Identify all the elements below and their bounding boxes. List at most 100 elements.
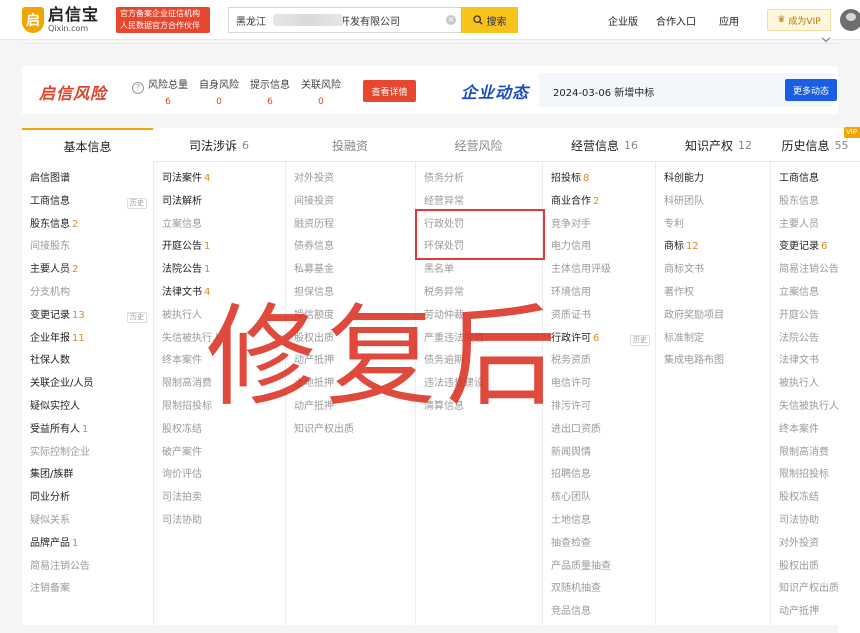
category-item[interactable]: 主要人员 2: [30, 262, 78, 284]
category-item[interactable]: 限制招投标: [162, 399, 212, 421]
category-item[interactable]: 被执行人: [779, 376, 819, 398]
risk-stat-notice[interactable]: 提示信息 6: [244, 76, 296, 107]
category-item[interactable]: 科创能力: [664, 171, 704, 193]
risk-stat-related[interactable]: 关联风险 0: [295, 76, 347, 107]
category-item[interactable]: 终本案件: [162, 353, 202, 375]
category-item[interactable]: 法律文书: [779, 353, 819, 375]
category-item[interactable]: 核心团队: [551, 490, 591, 512]
category-item[interactable]: 私募基金: [294, 262, 334, 284]
tab-1[interactable]: 司法涉诉 6: [153, 128, 285, 162]
category-item[interactable]: 对外投资: [779, 536, 819, 558]
category-item[interactable]: 注销备案: [30, 581, 70, 603]
category-item[interactable]: 询价评估: [162, 467, 202, 489]
category-item[interactable]: 终本案件: [779, 422, 819, 444]
category-item[interactable]: 股权冻结: [779, 490, 819, 512]
category-item[interactable]: 动产抵押: [779, 604, 819, 626]
category-item[interactable]: 商标文书: [664, 262, 704, 284]
nav-cooperation[interactable]: 合作入口: [656, 13, 696, 28]
nav-enterprise-edition[interactable]: 企业版: [608, 13, 638, 28]
category-item[interactable]: 开庭公告 1: [162, 239, 210, 261]
category-item[interactable]: 土地信息: [551, 513, 591, 535]
category-item[interactable]: 破产案件: [162, 445, 202, 467]
category-item[interactable]: 双随机抽查: [551, 581, 601, 603]
category-item[interactable]: 简易注销公告: [779, 262, 839, 284]
category-item[interactable]: 司法案件 4: [162, 171, 210, 193]
category-item[interactable]: 品牌产品 1: [30, 536, 78, 558]
category-item[interactable]: 股权出质: [779, 559, 819, 581]
logo[interactable]: 启 启信宝 Qixin.com: [22, 6, 99, 33]
category-item[interactable]: 主要人员: [779, 217, 819, 239]
category-item[interactable]: 疑似实控人: [30, 399, 80, 421]
category-item[interactable]: 工商信息: [779, 171, 819, 193]
tab-0[interactable]: 基本信息: [22, 128, 153, 163]
history-tag[interactable]: 历史: [630, 334, 650, 346]
category-item[interactable]: 专利: [664, 217, 684, 239]
category-item[interactable]: 变更记录 13: [30, 308, 85, 330]
dynamics-text[interactable]: 2024-03-06 新增中标: [553, 84, 654, 99]
category-item[interactable]: 债务分析: [424, 171, 464, 193]
more-dynamics-button[interactable]: 更多动态: [785, 79, 837, 101]
category-item[interactable]: 股东信息: [779, 194, 819, 216]
category-item[interactable]: 司法协助: [162, 513, 202, 535]
tab-5[interactable]: 知识产权 12: [667, 128, 770, 162]
category-item[interactable]: 黑名单: [424, 262, 454, 284]
category-item[interactable]: 立案信息: [162, 217, 202, 239]
avatar[interactable]: [840, 9, 860, 31]
category-item[interactable]: 司法拍卖: [162, 490, 202, 512]
category-item[interactable]: 新闻舆情: [551, 445, 591, 467]
category-item[interactable]: 股东信息 2: [30, 217, 78, 239]
category-item[interactable]: 商标 12: [664, 239, 699, 261]
category-item[interactable]: 商业合作 2: [551, 194, 599, 216]
category-item[interactable]: 简易注销公告: [30, 559, 90, 581]
category-item[interactable]: 间接投资: [294, 194, 334, 216]
category-item[interactable]: 电力信用: [551, 239, 591, 261]
category-item[interactable]: 立案信息: [779, 285, 819, 307]
category-item[interactable]: 抽查检查: [551, 536, 591, 558]
category-item[interactable]: 主体信用评级: [551, 262, 611, 284]
clear-icon[interactable]: ×: [446, 15, 456, 25]
category-item[interactable]: 关联企业/人员: [30, 376, 93, 398]
category-item[interactable]: 实际控制企业: [30, 445, 90, 467]
category-item[interactable]: 限制招投标: [779, 467, 829, 489]
category-item[interactable]: 产品质量抽查: [551, 559, 611, 581]
category-item[interactable]: 开庭公告: [779, 308, 819, 330]
history-tag[interactable]: 历史: [127, 197, 147, 209]
category-item[interactable]: 法院公告: [779, 331, 819, 353]
category-item[interactable]: 失信被执行人: [779, 399, 839, 421]
category-item[interactable]: 启信图谱: [30, 171, 70, 193]
risk-stat-total[interactable]: 风险总量 6: [142, 76, 194, 107]
category-item[interactable]: 标准制定: [664, 331, 704, 353]
category-item[interactable]: 社保人数: [30, 353, 70, 375]
category-item[interactable]: 政府奖励项目: [664, 308, 724, 330]
category-item[interactable]: 司法解析: [162, 194, 202, 216]
category-item[interactable]: 著作权: [664, 285, 694, 307]
category-item[interactable]: 法院公告 1: [162, 262, 210, 284]
category-item[interactable]: 集团/族群: [30, 467, 73, 489]
category-item[interactable]: 受益所有人 1: [30, 422, 88, 444]
category-item[interactable]: 融资历程: [294, 217, 334, 239]
category-item[interactable]: 限制高消费: [162, 376, 212, 398]
view-details-button[interactable]: 查看详情: [363, 80, 416, 102]
category-item[interactable]: 知识产权出质: [779, 581, 839, 603]
category-item[interactable]: 企业年报 11: [30, 331, 85, 353]
category-item[interactable]: 对外投资: [294, 171, 334, 193]
category-item[interactable]: 招聘信息: [551, 467, 591, 489]
category-item[interactable]: 集成电路布图: [664, 353, 724, 375]
category-item[interactable]: 分支机构: [30, 285, 70, 307]
tab-4[interactable]: 经营信息 16: [542, 128, 667, 162]
category-item[interactable]: 同业分析: [30, 490, 70, 512]
category-item[interactable]: 间接股东: [30, 239, 70, 261]
category-item[interactable]: 变更记录 6: [779, 239, 827, 261]
category-item[interactable]: 竞争对手: [551, 217, 591, 239]
category-item[interactable]: 限制高消费: [779, 445, 829, 467]
become-vip-button[interactable]: ♛ 成为VIP: [767, 9, 831, 31]
search-button[interactable]: 搜索: [461, 7, 518, 33]
category-item[interactable]: 疑似关系: [30, 513, 70, 535]
category-item[interactable]: 债券信息: [294, 239, 334, 261]
category-item[interactable]: 工商信息: [30, 194, 70, 216]
category-item[interactable]: 股权冻结: [162, 422, 202, 444]
history-tag[interactable]: 历史: [127, 311, 147, 323]
category-item[interactable]: 法律文书 4: [162, 285, 210, 307]
nav-apps[interactable]: 应用: [719, 13, 739, 28]
category-item[interactable]: 竞品信息: [551, 604, 591, 626]
